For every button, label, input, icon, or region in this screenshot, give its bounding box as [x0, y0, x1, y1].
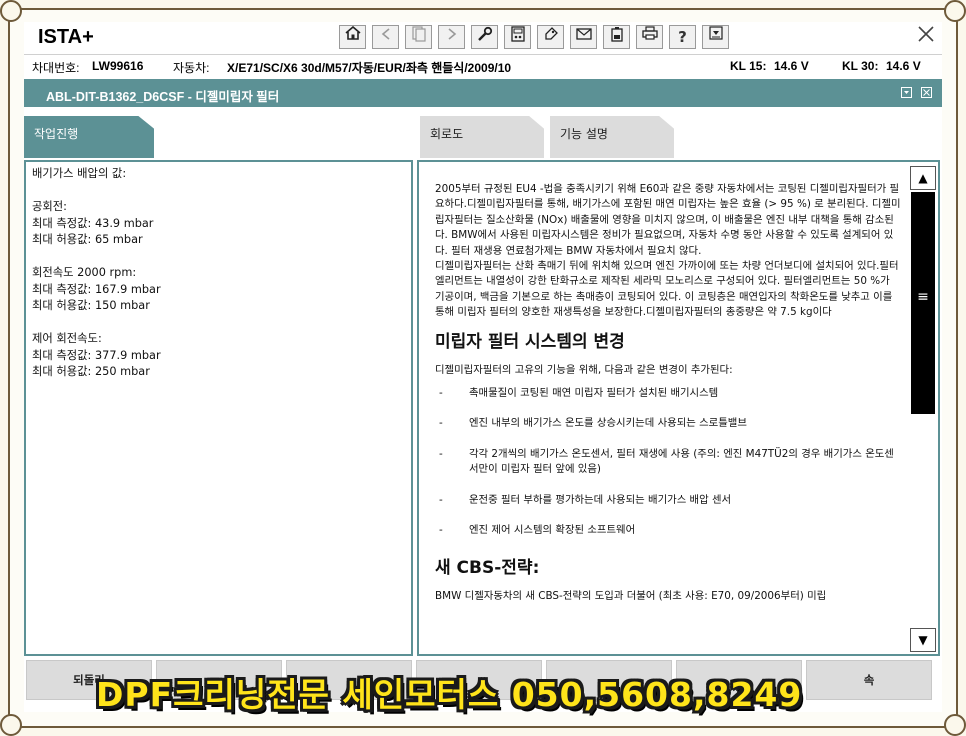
grip-icon: ≡	[917, 289, 929, 305]
vin-label: 차대번호:	[32, 61, 80, 75]
measurement-panel: 배기가스 배압의 값: 공회전: 최대 측정값: 43.9 mbar 최대 허용…	[24, 160, 413, 656]
measurement-line: 회전속도 2000 rpm:	[32, 266, 137, 279]
measurement-line: 제어 회전속도:	[32, 332, 102, 345]
module-header: ABL-DIT-B1362_D6CSF - 디젤미립자 필터	[24, 79, 942, 107]
ista-window: ISTA+ ? 차대번호: LW99616 자동차: X/E71/SC/X6 3…	[24, 22, 942, 712]
measurement-line: 최대 측정값: 167.9 mbar	[32, 282, 161, 296]
wrench-icon[interactable]	[471, 25, 498, 49]
title-bar: ISTA+ ?	[24, 22, 942, 55]
back-icon[interactable]	[372, 25, 399, 49]
vertical-scrollbar[interactable]: ▲ ≡ ▼	[910, 166, 936, 652]
battery-icon[interactable]	[603, 25, 630, 49]
vin-value: LW99616	[92, 59, 144, 73]
kl30-label: KL 30:	[842, 59, 879, 73]
advert-banner: DPF크리닝전문 세인모터스 050,5608,8249	[96, 675, 803, 714]
measurement-line	[32, 249, 405, 266]
tab-progress[interactable]: 작업진행	[24, 116, 154, 158]
document-icon[interactable]	[405, 25, 432, 49]
mail-icon[interactable]	[570, 25, 597, 49]
frame-curl-bottom-left	[0, 714, 22, 736]
measurement-line	[32, 183, 405, 200]
description-paragraph: 디젤미립자필터는 산화 촉매기 뒤에 위치해 있으며 엔진 가까이에 또는 차량…	[435, 260, 899, 319]
dropdown-icon[interactable]	[702, 25, 729, 49]
measurement-line: 최대 측정값: 377.9 mbar	[32, 348, 161, 362]
section-heading: 미립자 필터 시스템의 변경	[435, 331, 625, 352]
measurement-line	[32, 315, 405, 332]
frame-curl-top-left	[0, 0, 22, 22]
frame-curl-bottom-right	[944, 714, 966, 736]
car-value: X/E71/SC/X6 30d/M57/자동/EUR/좌측 핸들식/2009/1…	[227, 61, 512, 75]
list-item: - 촉매물질이 코팅된 매연 미립자 필터가 설치된 배기시스템	[439, 387, 719, 400]
tag-icon[interactable]	[537, 25, 564, 49]
measurement-line: 공회전:	[32, 200, 67, 213]
close-icon[interactable]	[914, 25, 938, 49]
list-item: - 운전중 필터 부하를 평가하는데 사용되는 배기가스 배압 센서	[439, 493, 732, 506]
forward-icon[interactable]	[438, 25, 465, 49]
scroll-down-button[interactable]: ▼	[910, 628, 936, 652]
vehicle-info-bar: 차대번호: LW99616 자동차: X/E71/SC/X6 30d/M57/자…	[24, 55, 942, 77]
list-item: - 엔진 제어 시스템의 확장된 소프트웨어	[439, 524, 636, 537]
change-list: - 촉매물질이 코팅된 매연 미립자 필터가 설치된 배기시스템 - 엔진 내부의 …	[435, 386, 901, 538]
tab-function[interactable]: 기능 설명	[550, 116, 674, 158]
toolbar: ?	[339, 25, 729, 49]
tab-row: 작업진행 회로도 기능 설명	[24, 116, 942, 158]
app-title: ISTA+	[38, 26, 94, 48]
description-paragraph: BMW 디젤자동차의 새 CBS-전략의 도입과 더불어 (최초 사용: E70…	[435, 589, 827, 602]
function-description-panel: 2005부터 규정된 EU4 -법을 충족시키기 위해 E60과 같은 중량 자…	[417, 160, 940, 656]
panel-close-icon[interactable]	[921, 87, 932, 98]
kl30-value: 14.6 V	[886, 59, 921, 73]
frame-curl-top-right	[944, 0, 966, 22]
list-item: - 엔진 내부의 배기가스 온도를 상승시키는데 사용되는 스로틀밸브	[439, 417, 747, 430]
scroll-thumb[interactable]: ≡	[911, 192, 935, 414]
description-content: 2005부터 규정된 EU4 -법을 충족시키기 위해 E60과 같은 중량 자…	[435, 182, 901, 604]
kl15-value: 14.6 V	[774, 59, 809, 73]
tab-circuit[interactable]: 회로도	[420, 116, 544, 158]
measurement-line: 최대 허용값: 150 mbar	[32, 299, 150, 312]
help-icon[interactable]: ?	[669, 25, 696, 49]
section-heading: 새 CBS-전략:	[435, 557, 540, 578]
home-icon[interactable]	[339, 25, 366, 49]
module-title: ABL-DIT-B1362_D6CSF - 디젤미립자 필터	[46, 90, 280, 104]
measurement-line: 최대 허용값: 65 mbar	[32, 233, 143, 246]
measurement-line: 최대 허용값: 250 mbar	[32, 365, 150, 378]
minimize-icon[interactable]	[901, 87, 912, 98]
measurement-icon[interactable]	[504, 25, 531, 49]
print-icon[interactable]	[636, 25, 663, 49]
measurement-line: 최대 측정값: 43.9 mbar	[32, 216, 154, 230]
scroll-up-button[interactable]: ▲	[910, 166, 936, 190]
measurement-line: 배기가스 배압의 값:	[32, 167, 127, 180]
car-label: 자동차:	[173, 61, 210, 75]
kl15-label: KL 15:	[730, 59, 767, 73]
list-item: - 각각 2개씩의 배기가스 온도센서, 필터 재생에 사용 (주의: 엔진 M4…	[439, 447, 894, 476]
intro-paragraph: 디젤미립자필터의 고유의 기능을 위해, 다음과 같은 변경이 추가된다:	[435, 363, 733, 376]
description-paragraph: 2005부터 규정된 EU4 -법을 충족시키기 위해 E60과 같은 중량 자…	[435, 183, 901, 257]
